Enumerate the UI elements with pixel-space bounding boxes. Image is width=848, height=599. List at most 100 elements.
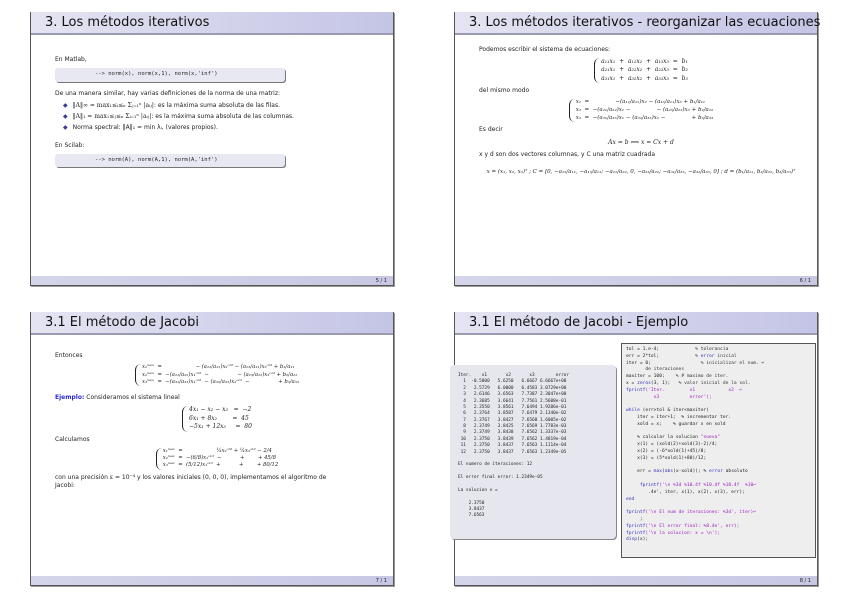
bullet-item: ◆ ‖A‖₁ = max₁≤ⱼ≤ₙ Σᵢ₌₁ⁿ |aᵢⱼ|: es la máxi… bbox=[63, 113, 379, 121]
code-token: x = bbox=[626, 380, 638, 386]
code-line: .4e', iter, x(1), x(2), x(3), err); bbox=[626, 490, 811, 497]
code-block: --> norm(x), norm(x,1), norm(x,'inf') bbox=[55, 68, 285, 82]
code-token: end bbox=[626, 496, 635, 502]
eq-line: x₂ = −(a₂₁/a₂₂)x₁ − − (a₂₃/a₂₂)x₃ + b₂/a… bbox=[575, 107, 714, 114]
code-token: ('\n El num de iteraciones: %3d', iter)↩ bbox=[645, 510, 757, 516]
eq-line: x₃ⁿᵉʷ = (5/12)x₁ᵒˡᵈ + + + 80/12 bbox=[162, 462, 279, 469]
code-line: x = zeros(3, 1); % valor inicial de la s… bbox=[626, 381, 811, 388]
eq-line: x₃ = −(a₃₁/a₃₃)x₁ − (a₃₂/a₃₃)x₂ − + b₃/a… bbox=[575, 114, 714, 121]
code-line: xold = x; % guardar x en xold bbox=[626, 422, 811, 429]
bullet-item: ◆ ‖A‖∞ = max₁≤ᵢ≤ₙ Σⱼ₌₁ⁿ |aᵢⱼ|: es la máxi… bbox=[63, 102, 379, 110]
slide-title: 3.1 El método de Jacobi bbox=[31, 312, 393, 335]
example-label: Ejemplo: bbox=[55, 394, 85, 402]
code-line: maxiter = 100; % # maximo de iter. bbox=[626, 374, 811, 381]
code-token: iter = iter+1; % incrementar ter. bbox=[626, 414, 732, 420]
math: ‖A‖∞ = max₁≤ᵢ≤ₙ Σⱼ₌₁ⁿ |aᵢⱼ| bbox=[72, 101, 154, 109]
eq-line: a₂₁x₁ + a₂₂x₂ + a₂₃x₃ = b₂ bbox=[601, 66, 688, 74]
code-token: ('Iter. x1 x2 ↩ bbox=[645, 387, 743, 393]
footer: 8 / 1 bbox=[455, 576, 817, 585]
code-token: absoluto bbox=[722, 469, 748, 475]
text: Consideramos el sistema lineal bbox=[84, 394, 180, 402]
code-token: ; bbox=[626, 516, 643, 522]
eq-line: a₃₁x₁ + a₃₂x₂ + a₃₃x₃ = b₃ bbox=[601, 74, 688, 82]
code-token: err = 2*tol; bbox=[626, 353, 696, 359]
code-token: abs bbox=[664, 469, 674, 475]
code-token: fprintf bbox=[626, 523, 646, 529]
slide-7: 3.1 El método de Jacobi Entonces x₁ⁿᵉʷ =… bbox=[30, 312, 394, 586]
code-token: .4e', iter, x(1), x(2), x(3), err); bbox=[626, 489, 745, 495]
math: ‖A‖₁ = max₁≤ⱼ≤ₙ Σᵢ₌₁ⁿ |aᵢⱼ| bbox=[72, 112, 152, 120]
code-token: ('\n El error final: %8.4e', err); bbox=[645, 523, 740, 529]
code-token: tol = 1.e-4; bbox=[626, 347, 696, 352]
code-token: ('\n la solucion: x = \n'); bbox=[645, 530, 721, 536]
code-line: x3 error'); bbox=[626, 395, 811, 402]
code-line: tol = 1.e-4; % tolerancia bbox=[626, 347, 811, 354]
code-token: inicial bbox=[714, 353, 737, 359]
code-token: (3, 1); bbox=[650, 380, 679, 386]
code-token: de iteraciones bbox=[626, 367, 685, 373]
code-token: % valor inicial de la sol. bbox=[678, 380, 751, 386]
text: : es la máxima suma absoluta de las fila… bbox=[153, 101, 280, 109]
code-line: fprintf('\n la solucion: x = \n'); bbox=[626, 531, 811, 538]
code-token: error bbox=[709, 469, 723, 475]
code-line: x(3) = (5*xold(1)+80)/12; bbox=[626, 456, 811, 463]
code-line: fprintf('\n %3d %10.4f %10.4f %10.4f %10… bbox=[626, 483, 811, 490]
eq-line: a₁₁x₁ + a₁₂x₂ + a₁₃x₃ = b₁ bbox=[601, 58, 688, 66]
code-token: "nueva" bbox=[700, 435, 721, 441]
code-line: err = max(abs(x-xold)); % error absoluto bbox=[626, 469, 811, 476]
text: (valores propios). bbox=[163, 123, 218, 131]
equation-system: 4x₁ − x₂ − x₃ = −2 6x₁ + 8x₂ = 45 −5x₁ + 1… bbox=[182, 406, 252, 432]
code-token: zeros bbox=[637, 380, 651, 386]
equation-system: a₁₁x₁ + a₁₂x₂ + a₁₃x₃ = b₁ a₂₁x₁ + a₂₂x₂ … bbox=[594, 58, 688, 84]
eq-line: 4x₁ − x₂ − x₃ = −2 bbox=[189, 406, 252, 414]
footer: 6 / 1 bbox=[455, 276, 817, 285]
eq-line: x₁ⁿᵉʷ = − (a₁₂/a₁₁)x₂ᵒˡᵈ − (a₁₃/a₁₁)x₃ᵒˡ… bbox=[141, 364, 295, 371]
code-token: err = bbox=[626, 469, 654, 475]
text: En Matlab, bbox=[55, 56, 87, 63]
code-token: % tolerancia bbox=[695, 347, 729, 352]
text: con una precisión ε = 10⁻⁴ y los valores… bbox=[55, 473, 327, 489]
code-token: iter = 0; bbox=[626, 360, 701, 366]
code-token: fprintf bbox=[626, 482, 660, 488]
code-line: end bbox=[626, 497, 811, 504]
code-token: x3 error'); bbox=[626, 394, 712, 400]
text: Es decir bbox=[479, 126, 503, 134]
text: Entonces bbox=[55, 352, 83, 359]
eq-line: x₃ⁿᵉʷ = −(a₃₁/a₃₃)x₁ᵒˡᵈ − (a₃₂/a₃₃)x₂ᵒˡᵈ… bbox=[141, 378, 300, 385]
code-token: x(3) = (5*xold(1)+80)/12; bbox=[626, 455, 707, 461]
code-token: error bbox=[700, 353, 715, 359]
bullet-icon: ◆ bbox=[63, 123, 68, 131]
text: x y d son dos vectores columnas, y C una… bbox=[479, 150, 656, 158]
code-token: (err>tol & iter<maxiter) bbox=[639, 408, 709, 414]
code-token: xold = x; % guardar x en xold bbox=[626, 421, 726, 427]
eq-line: x₁ = −(a₁₂/a₁₁)x₂ − (a₁₃/a₁₁)x₃ + b₁/a₁₁ bbox=[575, 99, 706, 106]
page-number: 5 / 1 bbox=[375, 278, 387, 284]
output-box: Iter. x1 x2 x3 error 1 -0.5000 5.6250 6.… bbox=[450, 365, 616, 539]
code-line: fprintf('\n El error final: %8.4e', err)… bbox=[626, 524, 811, 531]
text: del mismo modo bbox=[479, 87, 530, 95]
text: : es la máxima suma absoluta de las colu… bbox=[151, 112, 295, 120]
equation: Ax = b ⟺ x = Cx + d bbox=[608, 138, 674, 146]
footer: 5 / 1 bbox=[31, 276, 393, 285]
text: De una manera similar, hay varias defini… bbox=[55, 89, 281, 97]
code-token: max bbox=[653, 469, 662, 475]
equation: x = (x₁, x₂, x₃)ᵀ ; C = [0, −a₁₂/a₁₁, −a… bbox=[486, 169, 796, 175]
slide-6: 3. Los métodos iterativos - reorganizar … bbox=[454, 12, 820, 286]
code-token: fprintf bbox=[626, 510, 646, 516]
code-token: (x); bbox=[637, 537, 649, 543]
code-token: while bbox=[626, 408, 640, 414]
code-block: --> norm(A), norm(A,1), norm(A,'inf') bbox=[55, 153, 285, 168]
math: Norma spectral: ‖A‖₁ = min λᵢ, bbox=[72, 123, 164, 131]
program-output: Iter. x1 x2 x3 error 1 -0.5000 5.6250 6.… bbox=[458, 373, 608, 520]
code-listing: tol = 1.e-4; % tolerancia err = 2*tol; % … bbox=[621, 343, 816, 558]
code-token: x(1) = (xold(2)+xold(3)-2)/4; bbox=[626, 442, 718, 448]
slide-8: 3.1 El método de Jacobi - Ejemplo Iter. … bbox=[450, 312, 818, 586]
code-line: err = 2*tol; % error inicial bbox=[626, 354, 811, 361]
slide-5: 3. Los métodos iterativos En Matlab, -->… bbox=[30, 12, 394, 286]
slide-title: 3.1 El método de Jacobi - Ejemplo bbox=[455, 312, 817, 335]
code-token: ('\n %3d %10.4f %10.4f %10.4f %10↩ bbox=[659, 482, 757, 488]
code-line: fprintf('\n El num de iteraciones: %3d',… bbox=[626, 510, 811, 517]
code-token: % calcular la solucion bbox=[626, 435, 701, 441]
footer: 7 / 1 bbox=[31, 576, 393, 585]
